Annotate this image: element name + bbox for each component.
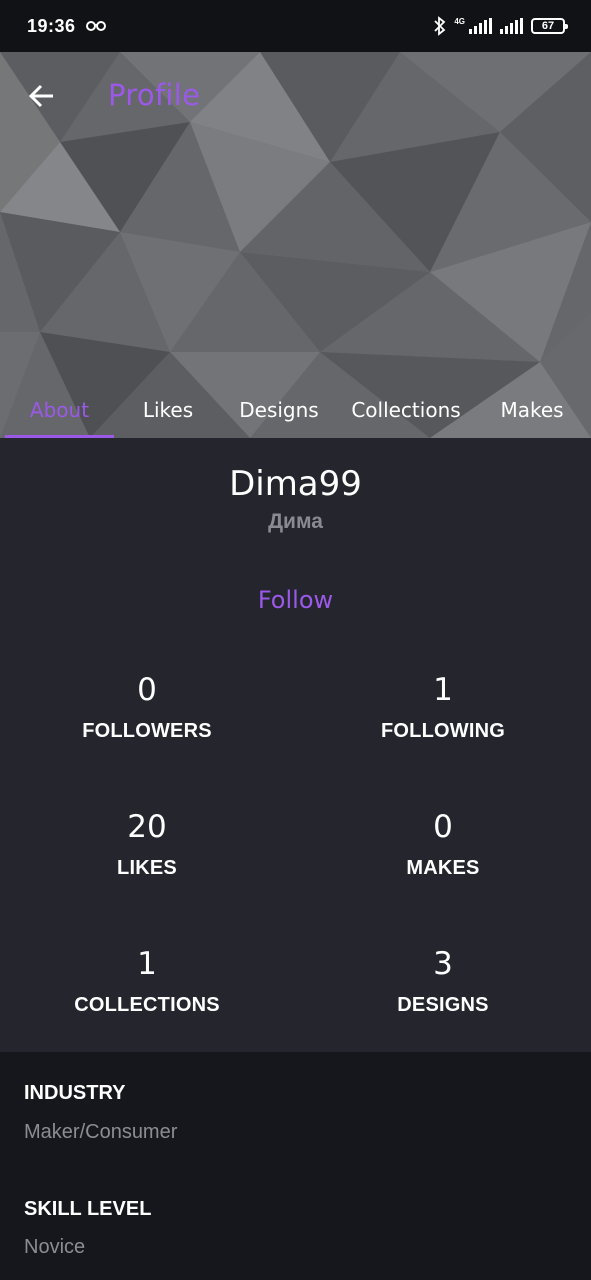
stat-designs[interactable]: 3 DESIGNS: [313, 944, 573, 1017]
stat-label: MAKES: [406, 857, 480, 879]
stat-followers[interactable]: 0 FOLLOWERS: [17, 670, 277, 743]
tab-designs[interactable]: Designs: [222, 382, 336, 438]
tab-likes[interactable]: Likes: [114, 382, 222, 438]
profile-header: Profile About Likes Designs Collections …: [0, 52, 591, 438]
real-name: Дима: [268, 510, 323, 533]
stat-value: 20: [127, 809, 167, 845]
bluetooth-icon: [434, 16, 446, 36]
network-type: 4G: [454, 17, 465, 26]
stat-value: 1: [433, 672, 453, 708]
stat-value: 0: [433, 809, 453, 845]
glasses-icon: [85, 21, 106, 31]
stat-collections[interactable]: 1 COLLECTIONS: [17, 944, 277, 1017]
skill-level-value: Novice: [24, 1236, 86, 1258]
signal-icon: [500, 18, 523, 34]
tab-makes[interactable]: Makes: [476, 382, 588, 438]
stat-label: COLLECTIONS: [74, 994, 220, 1016]
stat-label: DESIGNS: [397, 994, 489, 1016]
stat-label: FOLLOWING: [381, 720, 505, 742]
battery-level: 67: [541, 20, 555, 32]
signal-icon: [469, 18, 492, 34]
polygon-background: [0, 52, 591, 438]
stat-label: LIKES: [117, 857, 177, 879]
back-button[interactable]: [24, 78, 60, 114]
stat-value: 0: [137, 672, 157, 708]
username: Dima99: [229, 464, 362, 504]
arrow-left-icon: [28, 84, 53, 108]
battery-icon: 67: [531, 18, 568, 34]
profile-tabs: About Likes Designs Collections Makes: [0, 382, 591, 438]
stat-makes[interactable]: 0 MAKES: [313, 807, 573, 880]
stat-value: 1: [137, 946, 157, 982]
stat-label: FOLLOWERS: [82, 720, 212, 742]
page-title: Profile: [108, 78, 201, 112]
profile-card: Dima99 Дима Follow 0 FOLLOWERS 1 FOLLOWI…: [0, 438, 591, 1052]
stat-likes[interactable]: 20 LIKES: [17, 807, 277, 880]
industry-value: Maker/Consumer: [24, 1121, 178, 1143]
status-time: 19:36: [27, 15, 76, 36]
stat-following[interactable]: 1 FOLLOWING: [313, 670, 573, 743]
tab-collections[interactable]: Collections: [336, 382, 476, 438]
skill-level-label: SKILL LEVEL: [24, 1198, 152, 1220]
follow-button[interactable]: Follow: [245, 580, 346, 620]
industry-label: INDUSTRY: [24, 1082, 126, 1104]
stat-value: 3: [433, 946, 453, 982]
tab-about[interactable]: About: [5, 382, 114, 438]
status-bar: 19:36 4G 67: [0, 0, 591, 52]
